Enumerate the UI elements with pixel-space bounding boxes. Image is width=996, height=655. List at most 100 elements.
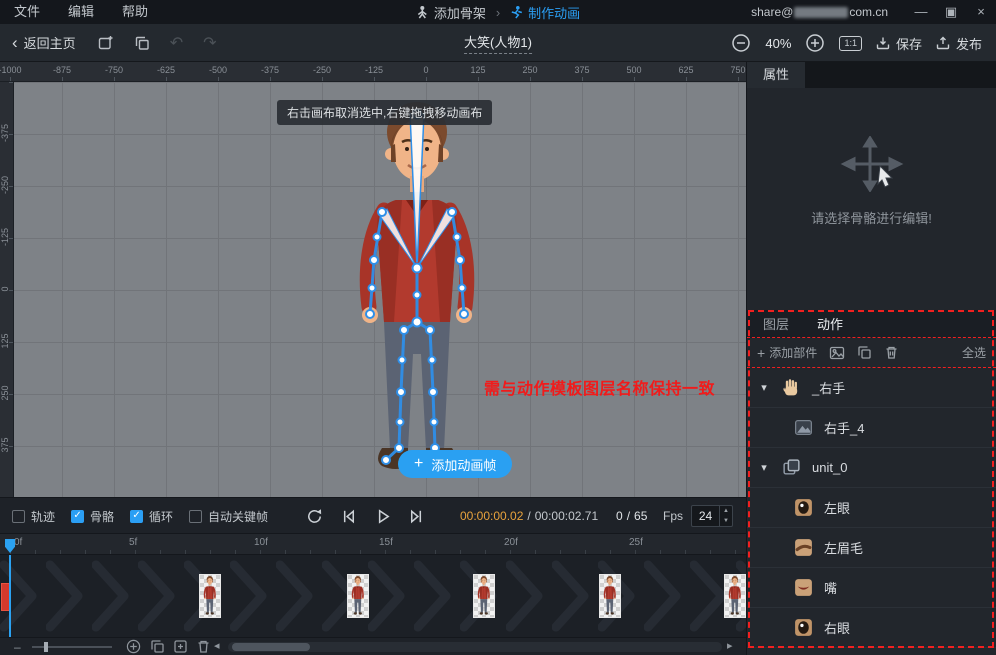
toggle-label: 自动关键帧 [208, 508, 268, 525]
account-prefix: share@ [751, 5, 793, 19]
zoom-plus-button[interactable] [126, 639, 141, 654]
scroll-right-arrow[interactable]: ▸ [727, 639, 733, 652]
publish-button[interactable]: 发布 [936, 34, 982, 53]
slider-thumb[interactable] [44, 642, 48, 652]
timeline-scrollbar[interactable] [228, 642, 722, 652]
timeline-ruler[interactable]: 0f 5f 10f 15f 20f 25f [0, 533, 746, 555]
copy-frame-button[interactable] [134, 35, 150, 51]
step-forward-button[interactable] [407, 507, 426, 526]
layer-row-right-hand-group[interactable]: ▾ _右手 [747, 368, 996, 408]
toggle-loop[interactable]: ✓ 循环 [130, 508, 173, 525]
hand-icon [781, 377, 802, 398]
caret-down-icon[interactable]: ▾ [757, 461, 771, 474]
canvas-tooltip: 右击画布取消选中,右键拖拽移动画布 [277, 100, 492, 125]
keyframe-thumbnail[interactable] [199, 574, 221, 618]
vertical-ruler: -375 -250 -125 0 125 250 375 [0, 82, 14, 497]
close-button[interactable]: × [966, 0, 996, 24]
checkbox-checked-icon[interactable]: ✓ [130, 510, 143, 523]
layer-label: 右手_4 [824, 418, 864, 437]
time-total: 00:00:02.71 [535, 509, 598, 523]
import-image-button[interactable] [829, 345, 845, 361]
layer-row-right-hand-4[interactable]: 右手_4 [747, 408, 996, 448]
delete-layer-button[interactable] [884, 345, 899, 360]
menu-help[interactable]: 帮助 [108, 0, 162, 24]
keyframe-thumbnail[interactable] [724, 574, 746, 618]
eyebrow-thumbnail-icon [793, 537, 814, 558]
fps-value: 24 [692, 509, 719, 523]
copy-keyframe-button[interactable] [150, 639, 165, 654]
timeline-track[interactable] [0, 555, 746, 637]
nav-make-animation[interactable]: 制作动画 [510, 3, 580, 22]
tab-layers[interactable]: 图层 [763, 314, 789, 333]
red-annotation-text: 需与动作模板图层名称保持一致 [484, 375, 715, 399]
timeline-zoom-slider[interactable] [32, 646, 112, 648]
play-button[interactable] [373, 507, 392, 526]
group-icon [781, 457, 802, 478]
duplicate-layer-button[interactable] [857, 345, 872, 360]
undo-button[interactable]: ↶ [170, 33, 183, 53]
bottom-bar: – ◂ ▸ [0, 637, 746, 655]
menu-edit[interactable]: 编辑 [54, 0, 108, 24]
layer-row-right-eye[interactable]: 右眼 [747, 608, 996, 648]
character-with-skeleton[interactable] [344, 92, 494, 492]
delete-keyframe-button[interactable] [196, 639, 211, 654]
keyframe-thumbnail[interactable] [473, 574, 495, 618]
toolbar-right: 40% 1:1 保存 发布 [731, 24, 996, 62]
keyframe-thumbnail[interactable] [599, 574, 621, 618]
checkbox-unchecked-icon[interactable] [189, 510, 202, 523]
fps-input[interactable]: 24 ▲ ▼ [691, 505, 733, 527]
checkbox-checked-icon[interactable]: ✓ [71, 510, 84, 523]
layer-row-left-eye[interactable]: 左眼 [747, 488, 996, 528]
frame-separator: / [627, 509, 630, 523]
ruler-label: 125 [0, 321, 12, 361]
zoom-in-button[interactable] [805, 33, 825, 53]
layer-row-mouth[interactable]: 嘴 [747, 568, 996, 608]
zoom-out-button[interactable] [731, 33, 751, 53]
maximize-button[interactable]: ▣ [936, 0, 966, 24]
layer-row-left-eyebrow[interactable]: 左眉毛 [747, 528, 996, 568]
ruler-label: -125 [0, 217, 12, 257]
select-bone-hint: 请选择骨骼进行编辑! [811, 208, 932, 227]
toggle-bones[interactable]: ✓ 骨骼 [71, 508, 114, 525]
spinner-up-icon[interactable]: ▲ [720, 506, 732, 516]
reset-loop-button[interactable] [305, 507, 324, 526]
insert-frame-button[interactable] [98, 35, 114, 51]
redo-button[interactable]: ↷ [203, 33, 216, 53]
save-button[interactable]: 保存 [876, 34, 922, 53]
publish-icon [936, 36, 950, 50]
playhead-handle[interactable] [5, 539, 15, 553]
add-animation-frame-button[interactable]: + 添加动画帧 [398, 450, 512, 478]
select-all-button[interactable]: 全选 [962, 344, 986, 361]
playhead-line[interactable] [9, 555, 11, 637]
frame-ruler-label: 10f [254, 537, 268, 548]
toggle-trajectory[interactable]: 轨迹 [12, 508, 55, 525]
add-keyframe-button[interactable] [173, 639, 188, 654]
spinner-down-icon[interactable]: ▼ [720, 516, 732, 526]
toggle-auto-keyframe[interactable]: 自动关键帧 [189, 508, 268, 525]
minimize-button[interactable]: — [906, 0, 936, 24]
document-title[interactable]: 大笑(人物1) [464, 32, 532, 54]
tab-properties[interactable]: 属性 [747, 62, 805, 88]
layer-row-unit-0[interactable]: ▾ unit_0 [747, 448, 996, 488]
ruler-label: 250 [0, 373, 12, 413]
tab-actions[interactable]: 动作 [817, 314, 843, 333]
checkbox-unchecked-icon[interactable] [12, 510, 25, 523]
nav-add-skeleton[interactable]: 添加骨架 [416, 3, 486, 22]
menu-file[interactable]: 文件 [0, 0, 54, 24]
keyframe-thumbnail[interactable] [347, 574, 369, 618]
ruler-label: 125 [464, 65, 492, 75]
scroll-left-arrow[interactable]: ◂ [214, 639, 220, 652]
animation-canvas[interactable]: 右击画布取消选中,右键拖拽移动画布 [14, 82, 746, 497]
account-email: share@com.cn [751, 5, 888, 19]
add-part-button[interactable]: + 添加部件 [757, 344, 817, 361]
step-back-button[interactable] [339, 507, 358, 526]
fps-spinner[interactable]: ▲ ▼ [719, 506, 732, 526]
frame-ruler-label: 0f [14, 537, 22, 548]
caret-down-icon[interactable]: ▾ [757, 381, 771, 394]
scrollbar-thumb[interactable] [232, 643, 310, 651]
back-home-button[interactable]: ‹ 返回主页 [0, 33, 88, 52]
timeline-zoom-minus[interactable]: – [14, 640, 21, 654]
horizontal-ruler: -1000 -875 -750 -625 -500 -375 -250 -125… [0, 62, 746, 82]
frame-ruler-label: 25f [629, 537, 643, 548]
actual-size-button[interactable]: 1:1 [839, 36, 862, 51]
